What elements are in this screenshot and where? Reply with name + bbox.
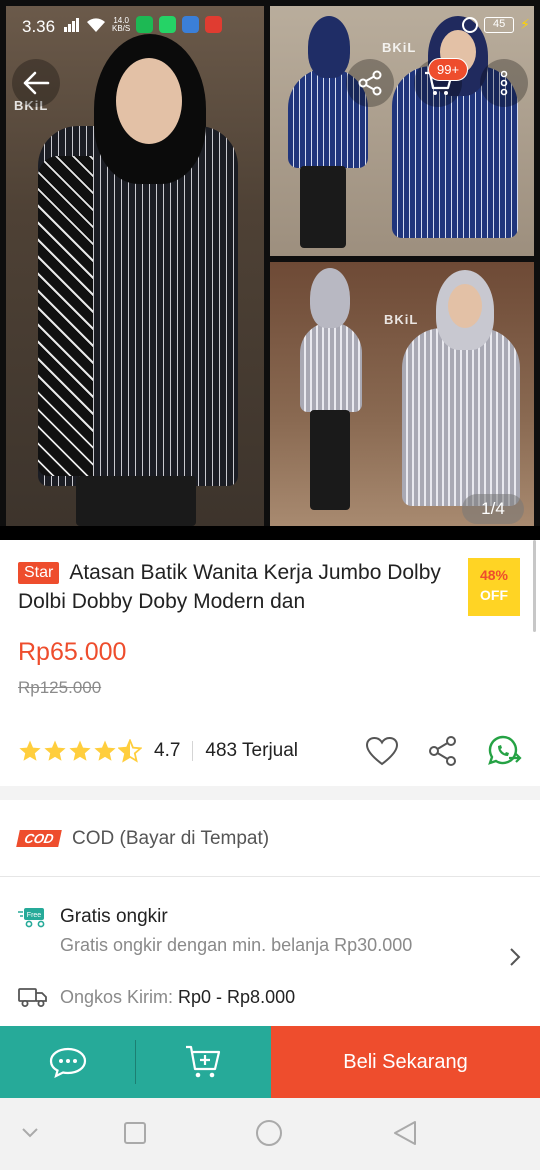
free-shipping-title: Gratis ongkir	[60, 906, 168, 927]
rating-row: 4.7 483 Terjual	[18, 733, 523, 769]
back-triangle-icon[interactable]	[392, 1119, 418, 1147]
charging-icon: ⚡	[520, 16, 530, 32]
share-icon	[358, 70, 382, 96]
cod-label: COD (Bayar di Tempat)	[72, 828, 270, 849]
model-blouse	[402, 328, 520, 506]
chat-icon	[49, 1047, 86, 1078]
model-face	[116, 58, 182, 144]
model-pants	[310, 410, 350, 510]
status-icons-left: 14.0 KB/S	[64, 15, 223, 33]
share-icon[interactable]	[427, 735, 459, 767]
star-icon	[69, 740, 91, 761]
google-app-icon	[182, 16, 200, 33]
whatsapp-share-icon[interactable]	[487, 734, 523, 768]
discount-off-label: OFF	[480, 587, 508, 603]
wifi-icon	[87, 17, 105, 32]
product-title: Star Atasan Batik Wanita Kerja Jumbo Dolb…	[18, 558, 458, 616]
network-speed: 14.0 KB/S	[112, 15, 131, 33]
star-seller-badge: Star	[18, 562, 60, 584]
brand-watermark: BKiL	[384, 312, 419, 327]
free-shipping-truck-icon: Free	[18, 908, 45, 928]
product-photo-grey: BKiL	[270, 262, 534, 526]
status-bar: 3.36 14.0 KB/S 45 ⚡	[0, 0, 540, 52]
alarm-icon	[462, 16, 479, 33]
product-actions	[365, 733, 523, 769]
shipping-cost-value: Rp0 - Rp8.000	[178, 987, 296, 1007]
chevron-right-icon[interactable]	[508, 946, 522, 968]
product-page: BKiL BKiL BKiL 3.36 14.0 KB/S 45 ⚡ 99+ 1…	[0, 0, 540, 1170]
home-icon[interactable]	[255, 1119, 283, 1147]
shipping-section[interactable]: Free Gratis ongkir Gratis ongkir dengan …	[0, 878, 540, 1026]
status-icons-right: 45 ⚡	[462, 16, 530, 33]
sold-count: 483 Terjual	[205, 740, 299, 761]
share-button-top[interactable]	[346, 59, 394, 107]
arrow-left-icon	[23, 71, 50, 95]
model-blouse	[300, 322, 362, 412]
system-nav-bar	[0, 1098, 540, 1170]
whatsapp-app-icon	[159, 16, 177, 33]
star-icon	[94, 740, 116, 761]
shipping-cost-label: Ongkos Kirim:	[60, 987, 179, 1007]
scroll-indicator	[533, 540, 536, 632]
bottom-action-bar: Beli Sekarang	[0, 1026, 540, 1098]
cod-row: COD COD (Bayar di Tempat)	[0, 800, 540, 877]
recent-apps-icon[interactable]	[123, 1121, 147, 1145]
image-pager: 1/4	[462, 494, 524, 524]
product-image-gallery[interactable]: BKiL BKiL BKiL 3.36 14.0 KB/S 45 ⚡ 99+ 1…	[0, 0, 540, 540]
product-title-text: Atasan Batik Wanita Kerja Jumbo Dolby Do…	[18, 561, 441, 613]
line-app-icon	[136, 16, 154, 33]
discount-badge: 48% OFF	[468, 558, 520, 616]
battery-indicator: 45	[484, 16, 515, 33]
star-half-icon	[118, 739, 142, 763]
delivery-truck-icon	[18, 988, 47, 1007]
status-time: 3.36	[22, 17, 56, 36]
chat-button[interactable]	[0, 1026, 135, 1098]
product-price: Rp65.000	[18, 638, 127, 666]
batik-panel	[38, 156, 93, 476]
rating-value: 4.7	[154, 740, 181, 761]
more-options-button[interactable]	[480, 59, 528, 107]
free-tag: Free	[27, 912, 42, 919]
chevron-down-icon[interactable]	[20, 1126, 40, 1140]
model-pants	[300, 166, 346, 248]
signal-icon	[64, 17, 80, 32]
section-separator	[0, 786, 540, 800]
divider	[192, 741, 194, 761]
star-icon	[19, 740, 41, 761]
add-cart-icon	[186, 1045, 221, 1078]
shipping-cost: Ongkos Kirim: Rp0 - Rp8.000	[60, 987, 295, 1008]
more-vertical-icon	[500, 70, 508, 96]
discount-percent: 48%	[479, 567, 509, 583]
cod-icon: COD	[16, 830, 62, 847]
model-face	[448, 284, 482, 328]
heart-icon[interactable]	[365, 736, 399, 766]
add-to-cart-button[interactable]	[135, 1026, 271, 1098]
buy-now-button[interactable]: Beli Sekarang	[271, 1026, 540, 1098]
original-price: Rp125.000	[18, 678, 102, 697]
model-hijab	[310, 268, 350, 328]
gallery-bottom-edge	[0, 526, 540, 540]
rating-stars	[18, 739, 142, 763]
free-shipping-subtitle: Gratis ongkir dengan min. belanja Rp30.0…	[60, 935, 413, 955]
star-icon	[44, 740, 66, 761]
shopee-app-icon	[205, 16, 223, 33]
back-button[interactable]	[12, 59, 60, 107]
model-pants	[76, 476, 196, 526]
cart-count-badge: 99+	[428, 58, 469, 81]
